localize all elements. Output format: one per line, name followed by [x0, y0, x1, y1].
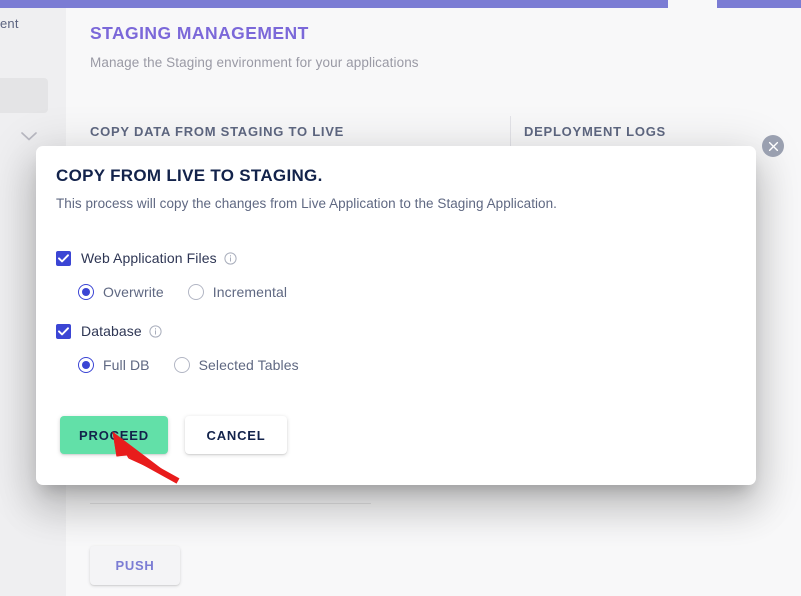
- page-title: STAGING MANAGEMENT: [90, 23, 309, 43]
- chevron-down-icon[interactable]: [20, 130, 38, 142]
- radio-overwrite[interactable]: [78, 284, 94, 300]
- radio-label-selected-tables: Selected Tables: [198, 357, 299, 373]
- radio-option-overwrite[interactable]: Overwrite: [78, 284, 164, 300]
- sidebar-selected-item[interactable]: [0, 78, 48, 113]
- checkbox-row-web-application-files[interactable]: Web Application Files: [56, 249, 287, 267]
- radio-label-incremental: Incremental: [212, 284, 288, 300]
- radio-option-full-db[interactable]: Full DB: [78, 357, 150, 373]
- radio-group-database-scope: Full DB Selected Tables: [78, 357, 299, 373]
- topbar-tab-gap: [668, 0, 717, 8]
- radio-selected-tables[interactable]: [173, 357, 190, 373]
- sidebar-clipped-label: ent: [0, 16, 19, 31]
- radio-group-file-copy-mode: Overwrite Incremental: [78, 284, 287, 300]
- app-window: ent STAGING MANAGEMENT Manage the Stagin…: [0, 0, 801, 596]
- checkbox-web-application-files[interactable]: [56, 250, 71, 266]
- checkbox-label-database: Database: [81, 323, 142, 339]
- dialog-description: This process will copy the changes from …: [56, 196, 557, 211]
- copy-from-live-to-staging-dialog: COPY FROM LIVE TO STAGING. This process …: [36, 146, 756, 485]
- option-group-web-application-files: Web Application Files Overwrite Incremen…: [56, 249, 287, 300]
- radio-incremental[interactable]: [187, 284, 204, 300]
- cancel-button[interactable]: CANCEL: [185, 416, 287, 454]
- radio-label-overwrite: Overwrite: [103, 284, 164, 300]
- section-heading-deployment-logs: DEPLOYMENT LOGS: [524, 124, 666, 139]
- page-subtitle: Manage the Staging environment for your …: [90, 55, 419, 70]
- section-heading-copy-data: COPY DATA FROM STAGING TO LIVE: [90, 124, 345, 139]
- option-group-database: Database Full DB Selected Tables: [56, 322, 299, 373]
- info-icon[interactable]: [224, 251, 237, 265]
- radio-full-db[interactable]: [78, 357, 94, 373]
- info-icon[interactable]: [149, 324, 162, 338]
- push-button[interactable]: PUSH: [90, 546, 180, 585]
- dialog-actions: PROCEED CANCEL: [60, 416, 287, 454]
- dialog-title: COPY FROM LIVE TO STAGING.: [56, 166, 323, 185]
- radio-label-full-db: Full DB: [103, 357, 150, 373]
- radio-option-selected-tables[interactable]: Selected Tables: [173, 357, 299, 373]
- close-icon[interactable]: [762, 135, 784, 157]
- proceed-button[interactable]: PROCEED: [60, 416, 168, 454]
- checkbox-row-database[interactable]: Database: [56, 322, 299, 340]
- checkbox-label-web-application-files: Web Application Files: [81, 250, 217, 266]
- section-divider: [90, 503, 371, 504]
- radio-option-incremental[interactable]: Incremental: [187, 284, 288, 300]
- top-accent-bar: [0, 0, 801, 8]
- checkbox-database[interactable]: [56, 323, 71, 339]
